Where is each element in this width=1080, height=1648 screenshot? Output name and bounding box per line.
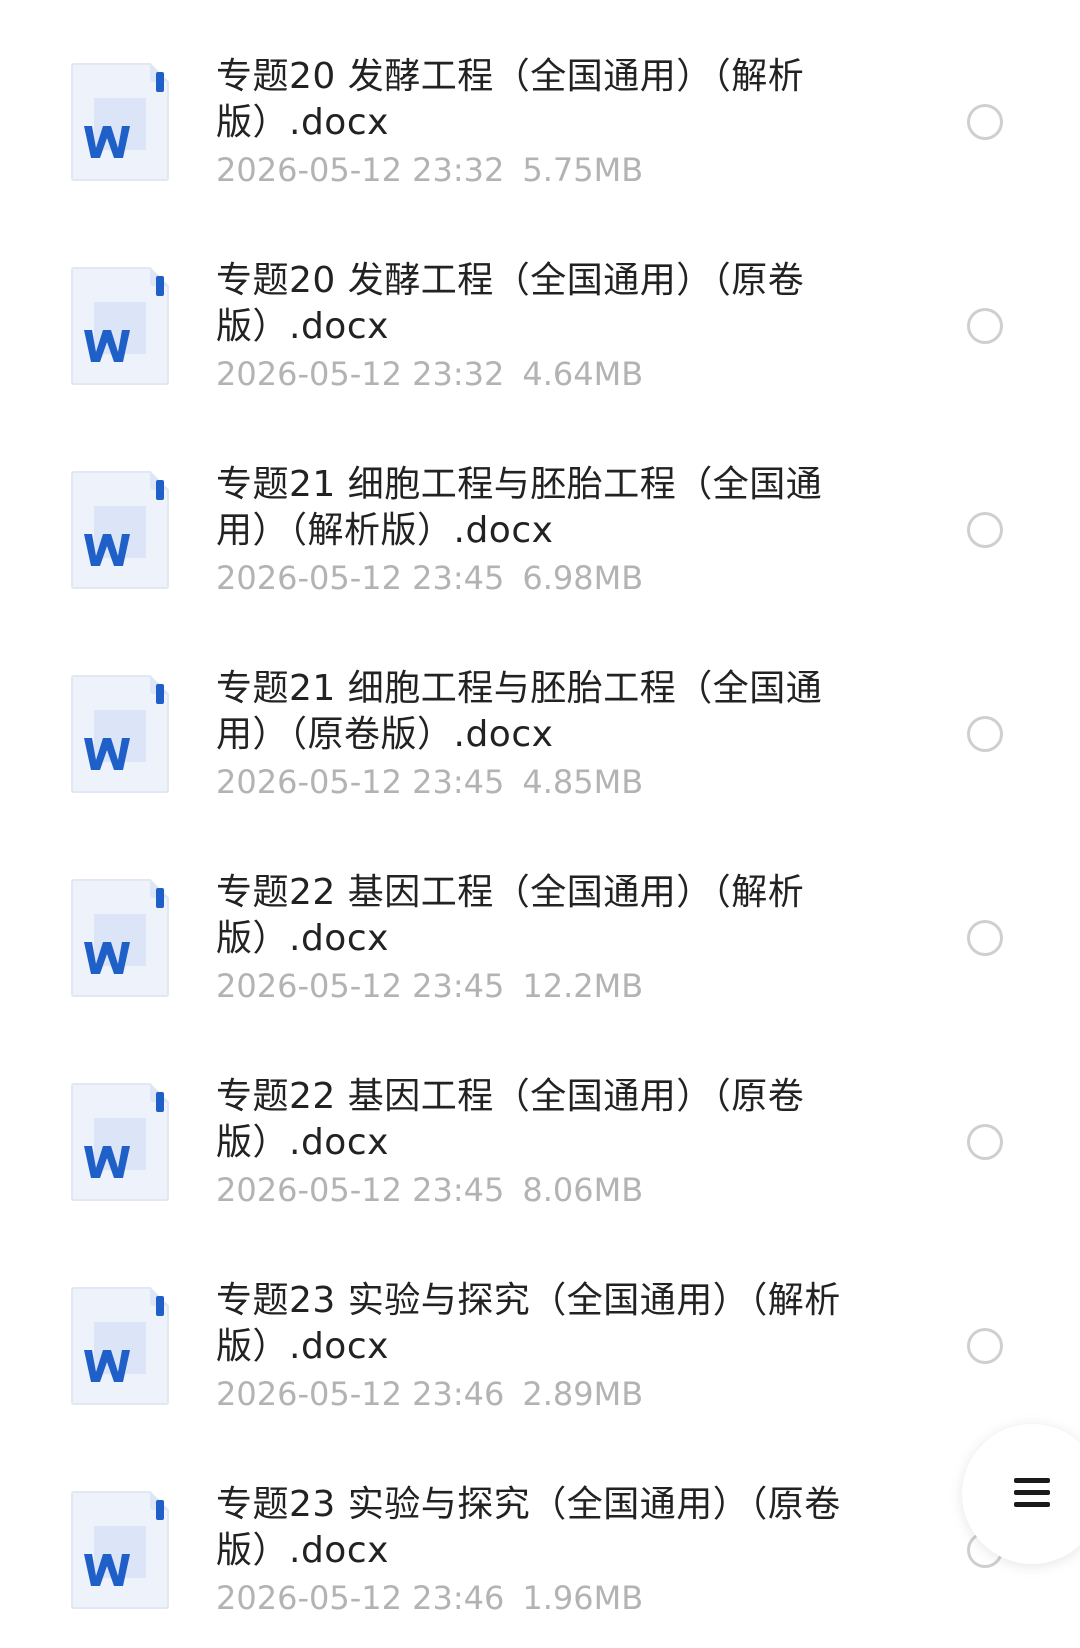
file-meta: 2026-05-12 23:45 4.85MB (216, 762, 643, 802)
file-name: 专题21 细胞工程与胚胎工程（全国通用）（原卷版）.docx (216, 668, 823, 755)
file-item[interactable]: 专题22 基因工程（全国通用）（解析版）.docx 2026-05-12 23:… (0, 834, 1080, 1038)
word-doc-icon (70, 470, 170, 590)
word-doc-icon (70, 1490, 170, 1610)
file-meta: 2026-05-12 23:45 12.2MB (216, 966, 643, 1006)
file-meta: 2026-05-12 23:46 1.96MB (216, 1578, 643, 1618)
select-radio[interactable] (967, 512, 1003, 548)
file-name: 专题23 实验与探究（全国通用）（解析版）.docx (216, 1280, 841, 1367)
file-date: 2026-05-12 23:46 (216, 1375, 505, 1413)
file-name: 专题20 发酵工程（全国通用）（原卷版）.docx (216, 260, 805, 347)
file-name: 专题22 基因工程（全国通用）（解析版）.docx (216, 872, 805, 959)
file-name: 专题20 发酵工程（全国通用）（解析版）.docx (216, 56, 805, 143)
file-name: 专题21 细胞工程与胚胎工程（全国通用）（解析版）.docx (216, 464, 823, 551)
select-radio[interactable] (967, 920, 1003, 956)
file-meta: 2026-05-12 23:45 6.98MB (216, 558, 643, 598)
file-size: 2.89MB (522, 1375, 644, 1413)
file-item[interactable]: 专题20 发酵工程（全国通用）（解析版）.docx 2026-05-12 23:… (0, 18, 1080, 222)
file-item[interactable]: 专题22 基因工程（全国通用）（原卷版）.docx 2026-05-12 23:… (0, 1038, 1080, 1242)
file-meta: 2026-05-12 23:32 4.64MB (216, 354, 643, 394)
file-date: 2026-05-12 23:45 (216, 967, 505, 1005)
file-meta: 2026-05-12 23:32 5.75MB (216, 150, 643, 190)
file-size: 1.96MB (522, 1579, 644, 1617)
file-size: 4.85MB (522, 763, 644, 801)
file-date: 2026-05-12 23:45 (216, 1171, 505, 1209)
file-name: 专题22 基因工程（全国通用）（原卷版）.docx (216, 1076, 805, 1163)
word-doc-icon (70, 674, 170, 794)
file-date: 2026-05-12 23:45 (216, 559, 505, 597)
file-date: 2026-05-12 23:45 (216, 763, 505, 801)
select-radio[interactable] (967, 104, 1003, 140)
file-meta: 2026-05-12 23:45 8.06MB (216, 1170, 643, 1210)
file-size: 6.98MB (522, 559, 644, 597)
file-size: 8.06MB (522, 1171, 644, 1209)
file-date: 2026-05-12 23:32 (216, 151, 505, 189)
select-radio[interactable] (967, 1124, 1003, 1160)
file-size: 5.75MB (522, 151, 644, 189)
select-radio[interactable] (967, 1328, 1003, 1364)
file-date: 2026-05-12 23:32 (216, 355, 505, 393)
menu-icon (1014, 1474, 1050, 1510)
file-size: 12.2MB (522, 967, 644, 1005)
file-size: 4.64MB (522, 355, 644, 393)
file-item[interactable]: 专题21 细胞工程与胚胎工程（全国通用）（解析版）.docx 2026-05-1… (0, 426, 1080, 630)
file-meta: 2026-05-12 23:46 2.89MB (216, 1374, 643, 1414)
file-item[interactable]: 专题23 实验与探究（全国通用）（原卷版）.docx 2026-05-12 23… (0, 1446, 1080, 1648)
file-date: 2026-05-12 23:46 (216, 1579, 505, 1617)
select-radio[interactable] (967, 308, 1003, 344)
select-radio[interactable] (967, 716, 1003, 752)
word-doc-icon (70, 1286, 170, 1406)
file-list: 专题20 发酵工程（全国通用）（解析版）.docx 2026-05-12 23:… (0, 0, 1080, 1648)
file-item[interactable]: 专题23 实验与探究（全国通用）（解析版）.docx 2026-05-12 23… (0, 1242, 1080, 1446)
file-item[interactable]: 专题21 细胞工程与胚胎工程（全国通用）（原卷版）.docx 2026-05-1… (0, 630, 1080, 834)
word-doc-icon (70, 1082, 170, 1202)
word-doc-icon (70, 62, 170, 182)
file-name: 专题23 实验与探究（全国通用）（原卷版）.docx (216, 1484, 841, 1571)
word-doc-icon (70, 878, 170, 998)
word-doc-icon (70, 266, 170, 386)
file-item[interactable]: 专题20 发酵工程（全国通用）（原卷版）.docx 2026-05-12 23:… (0, 222, 1080, 426)
